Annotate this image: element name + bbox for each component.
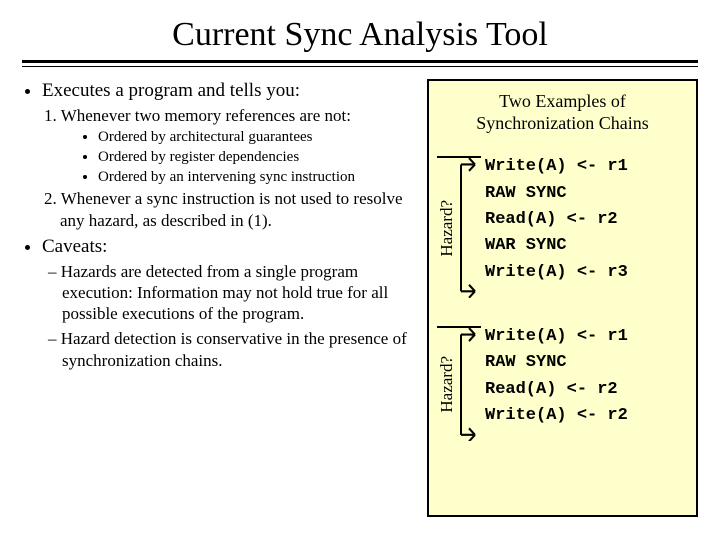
divider-thin	[22, 66, 698, 67]
code1-l4: WAR SYNC	[485, 236, 567, 255]
numbered-item-1: 1. Whenever two memory references are no…	[60, 105, 417, 126]
dash-item-2: – Hazard detection is conservative in th…	[62, 328, 417, 371]
sub-bullet-sync: Ordered by an intervening sync instructi…	[98, 168, 417, 187]
example-2: Hazard? Write(A) <- r1 RAW SYNC Read(A) …	[437, 312, 688, 441]
right-column: Two Examples of Synchronization Chains H…	[427, 79, 698, 517]
numbered-item-2: 2. Whenever a sync instruction is not us…	[60, 188, 417, 231]
code1-l1: Write(A) <- r1	[485, 157, 628, 176]
panel-title-line1: Two Examples of	[499, 91, 626, 111]
code2-l4: Write(A) <- r2	[485, 406, 628, 425]
code1-l2: RAW SYNC	[485, 184, 567, 203]
code2-l1: Write(A) <- r1	[485, 327, 628, 346]
hazard-label-2: Hazard?	[437, 356, 457, 413]
code-block-2: Write(A) <- r1 RAW SYNC Read(A) <- r2 Wr…	[481, 312, 628, 441]
example-1: Hazard? Write(A) <- r1 RAW SYNC Read(A) …	[437, 142, 688, 298]
dash-item-1: – Hazards are detected from a single pro…	[62, 261, 417, 325]
code2-l2: RAW SYNC	[485, 353, 567, 372]
bullet-executes: Executes a program and tells you:	[42, 79, 417, 103]
bullet-caveats: Caveats:	[42, 235, 417, 259]
code1-l3: Read(A) <- r2	[485, 210, 618, 229]
divider-thick	[22, 60, 698, 63]
code2-l3: Read(A) <- r2	[485, 380, 618, 399]
code1-l5: Write(A) <- r3	[485, 263, 628, 282]
content-columns: Executes a program and tells you: 1. Whe…	[22, 79, 698, 517]
sub-bullet-arch: Ordered by architectural guarantees	[98, 128, 417, 147]
panel-title-line2: Synchronization Chains	[476, 113, 648, 133]
hazard-annotation-1: Hazard?	[437, 156, 481, 298]
examples-panel: Two Examples of Synchronization Chains H…	[427, 79, 698, 517]
left-column: Executes a program and tells you: 1. Whe…	[22, 79, 417, 517]
hazard-label-1: Hazard?	[437, 200, 457, 257]
sub-bullet-register: Ordered by register dependencies	[98, 148, 417, 167]
arrow-bracket-icon	[457, 328, 477, 441]
arrow-bracket-icon	[457, 158, 477, 298]
hazard-annotation-2: Hazard?	[437, 326, 481, 441]
panel-title: Two Examples of Synchronization Chains	[437, 91, 688, 134]
page-title: Current Sync Analysis Tool	[22, 16, 698, 54]
code-block-1: Write(A) <- r1 RAW SYNC Read(A) <- r2 WA…	[481, 142, 628, 298]
